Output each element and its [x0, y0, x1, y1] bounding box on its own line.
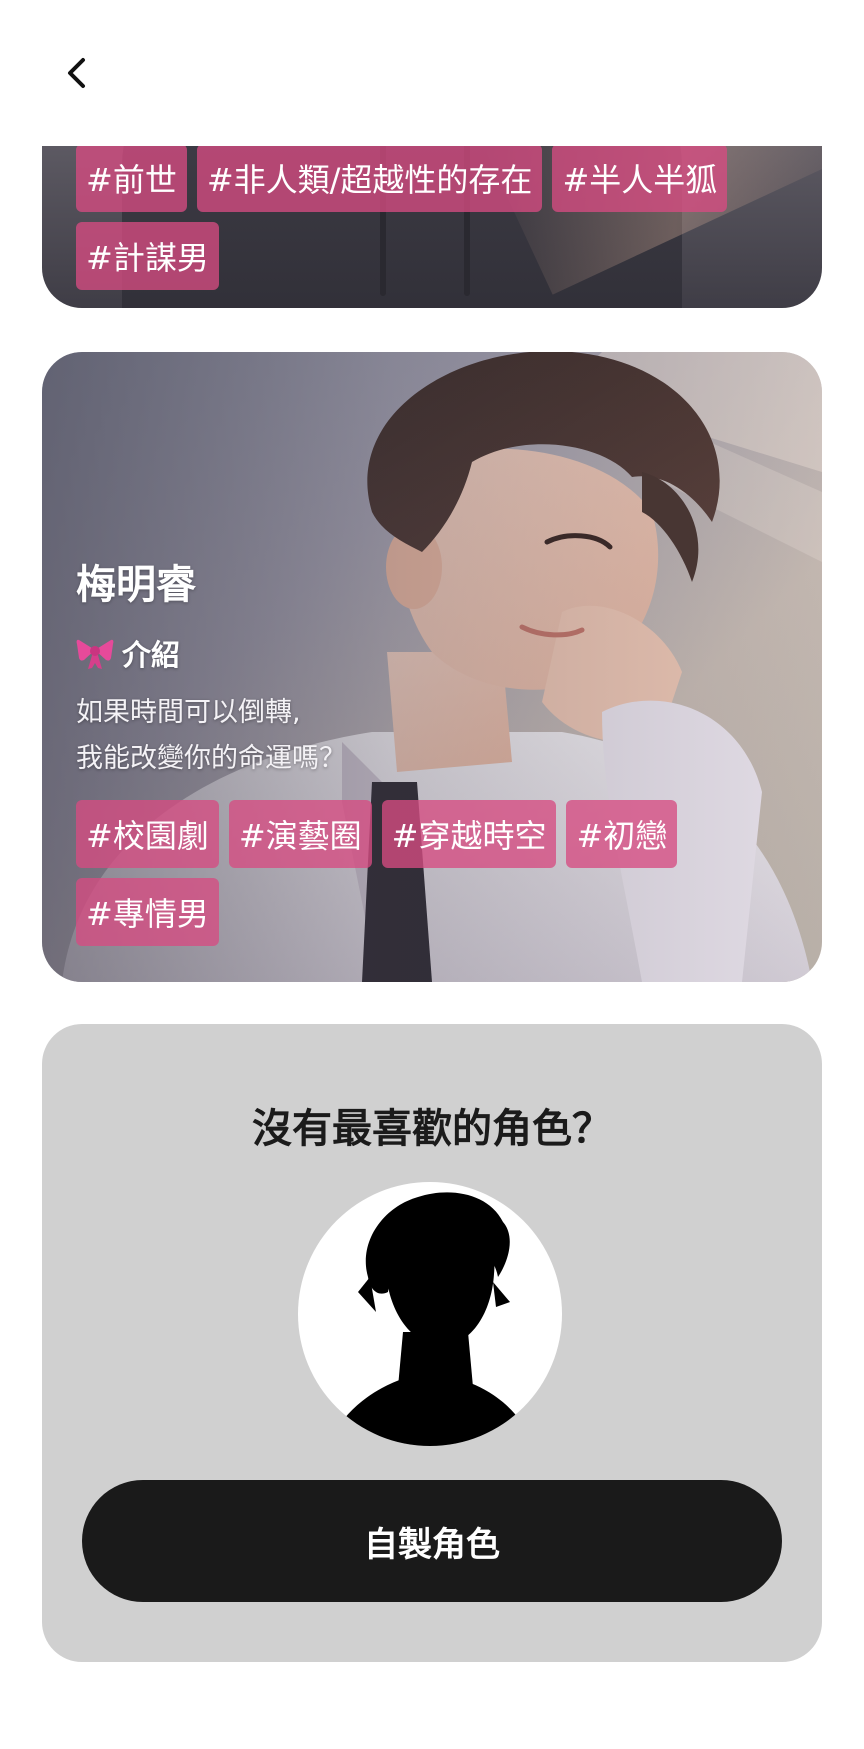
tag[interactable]: #穿越時空 — [381, 800, 557, 868]
tag[interactable]: #非人類/超越性的存在 — [196, 146, 543, 212]
character-name: 梅明睿 — [76, 562, 196, 608]
tag[interactable]: #計謀男 — [76, 222, 219, 290]
tag-list: #前世 #非人類/超越性的存在 #半人半狐 #計謀男 — [76, 146, 796, 290]
create-character-card: 沒有最喜歡的角色？ 自製角色 — [42, 1024, 822, 1662]
character-feed[interactable]: #前世 #非人類/超越性的存在 #半人半狐 #計謀男 梅明睿 介紹 如果時間可以… — [0, 146, 864, 1749]
intro-line: 如果時間可以倒轉, — [76, 697, 301, 728]
intro-description: 如果時間可以倒轉, 我能改變你的命運嗎？ — [76, 690, 596, 782]
character-card[interactable]: #前世 #非人類/超越性的存在 #半人半狐 #計謀男 — [42, 146, 822, 308]
cta-title: 沒有最喜歡的角色？ — [252, 1106, 612, 1152]
character-list-page: #前世 #非人類/超越性的存在 #半人半狐 #計謀男 梅明睿 介紹 如果時間可以… — [0, 0, 864, 1749]
tag[interactable]: #校園劇 — [76, 800, 219, 868]
tag[interactable]: #半人半狐 — [552, 146, 728, 212]
tag[interactable]: #演藝圈 — [228, 800, 372, 868]
person-silhouette-icon — [328, 1192, 534, 1446]
tag-list: #校園劇 #演藝圈 #穿越時空 #初戀 #專情男 — [76, 800, 796, 946]
tag[interactable]: #專情男 — [76, 878, 219, 946]
character-card[interactable]: 梅明睿 介紹 如果時間可以倒轉, 我能改變你的命運嗎？ #校園劇 #演藝圈 #穿… — [42, 352, 822, 982]
tag[interactable]: #前世 — [76, 146, 187, 212]
ribbon-bow-icon — [76, 639, 114, 669]
intro-line: 我能改變你的命運嗎？ — [76, 743, 346, 774]
back-button[interactable] — [50, 46, 104, 100]
chevron-left-icon — [68, 58, 85, 88]
intro-header: 介紹 — [76, 632, 180, 674]
top-bar — [0, 0, 864, 146]
tag[interactable]: #初戀 — [566, 800, 678, 868]
create-character-button[interactable]: 自製角色 — [82, 1480, 782, 1602]
intro-label: 介紹 — [122, 638, 181, 672]
silhouette-avatar — [298, 1182, 562, 1446]
